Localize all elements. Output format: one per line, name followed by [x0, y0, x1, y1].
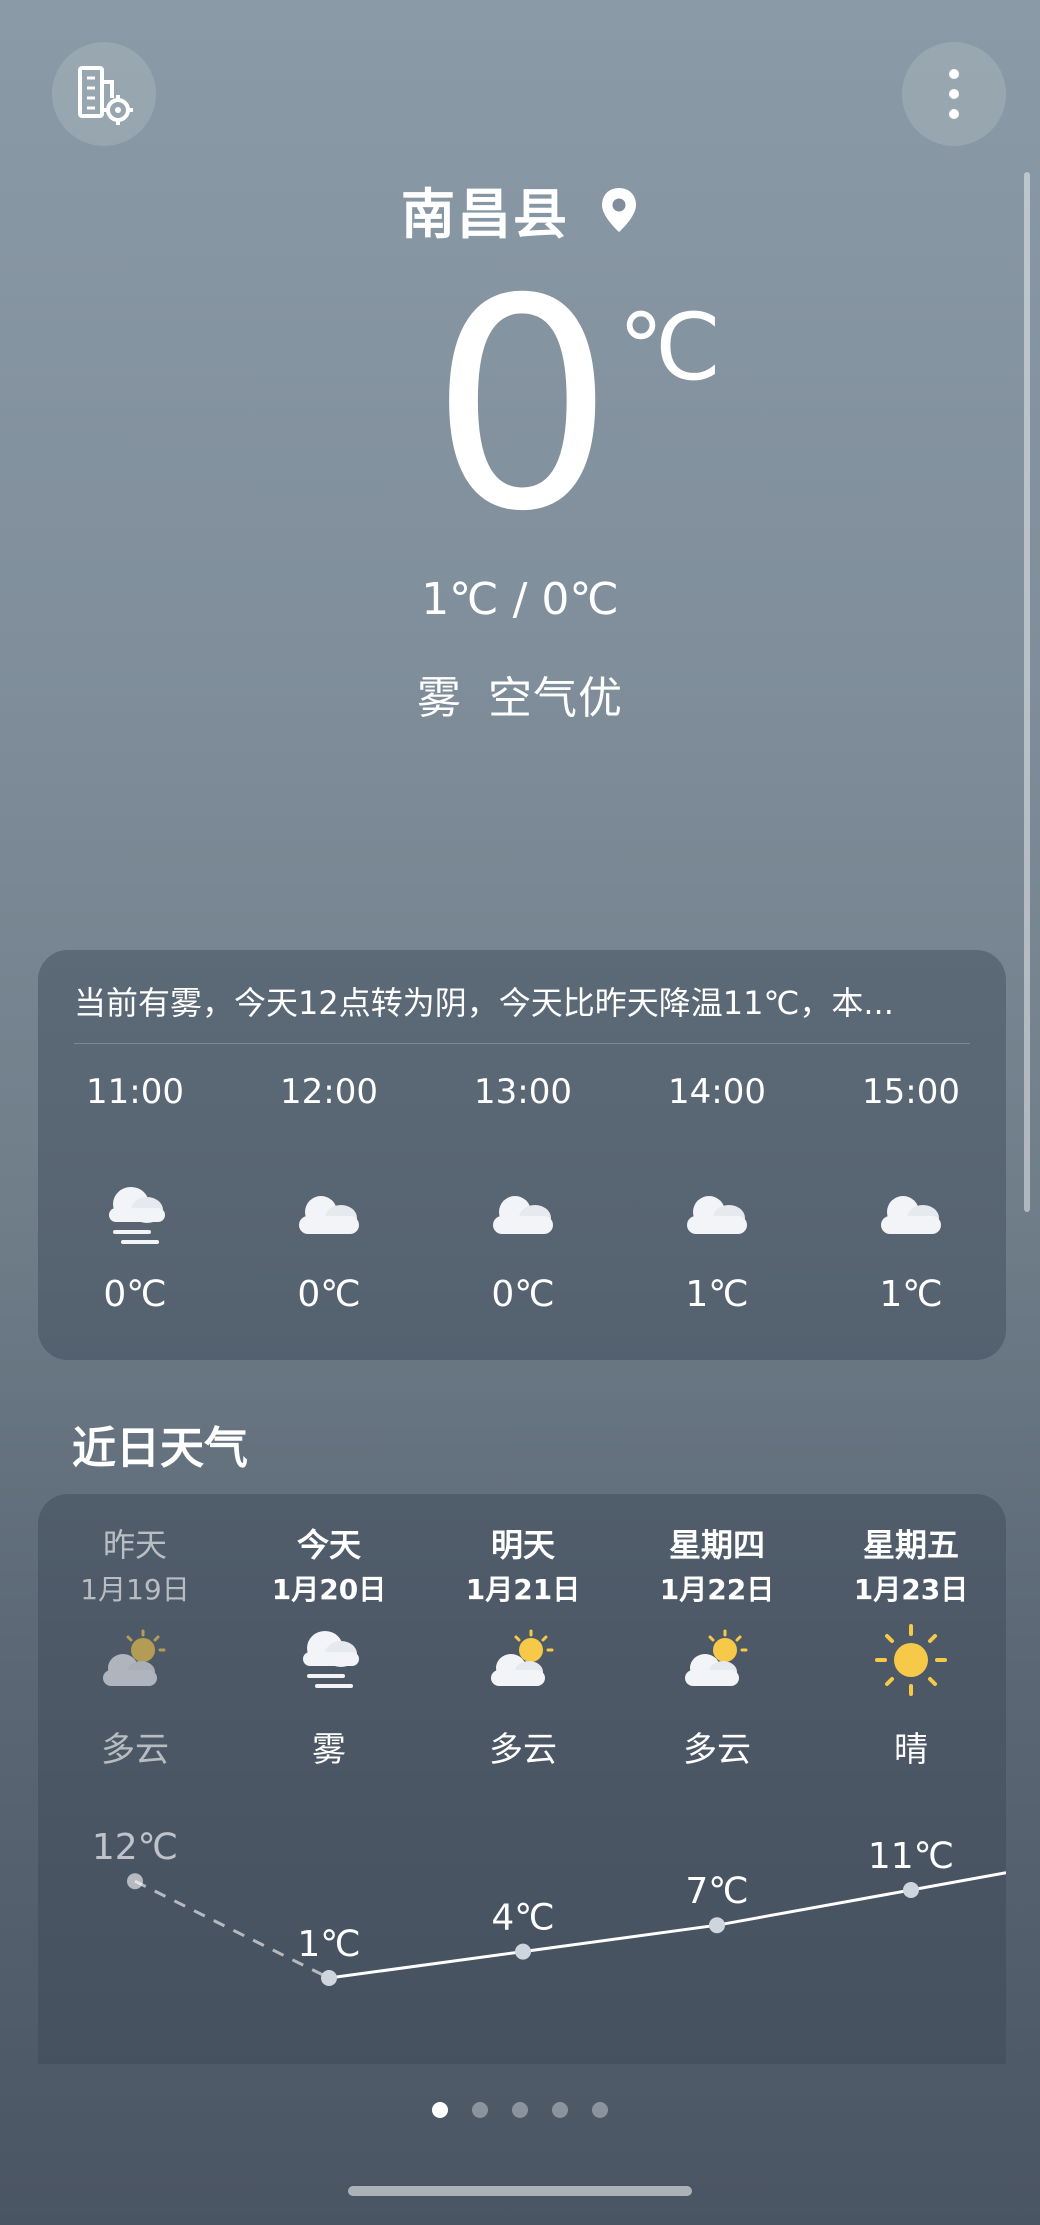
day-name: 星期五 — [862, 1526, 959, 1564]
daily-item[interactable]: 星期五 1月23日 晴 — [814, 1520, 1006, 1771]
page-dot[interactable] — [432, 2102, 448, 2118]
partly-cloudy-icon — [685, 1629, 748, 1686]
day-condition: 晴 — [894, 1730, 928, 1770]
page-dot[interactable] — [512, 2102, 528, 2118]
trend-label: 4℃ — [491, 1898, 554, 1939]
daily-forecast-card[interactable]: 12℃ 1℃ 4℃ 7℃ 11℃ 昨天 1月19日 多云 今天 1月20日 雾 … — [38, 1494, 1006, 2064]
trend-label: 11℃ — [868, 1836, 954, 1877]
page-dot[interactable] — [592, 2102, 608, 2118]
partly-cloudy-icon — [103, 1629, 166, 1686]
trend-point — [515, 1943, 531, 1960]
day-name: 昨天 — [102, 1526, 167, 1564]
day-date: 1月21日 — [465, 1573, 581, 1606]
building-settings-icon — [78, 66, 133, 125]
city-manage-button[interactable] — [52, 42, 156, 146]
day-date: 1月20日 — [271, 1573, 387, 1606]
hourly-item: 14:00 1℃ — [620, 1072, 814, 1315]
page-dot[interactable] — [552, 2102, 568, 2118]
day-name: 今天 — [296, 1526, 361, 1564]
trend-label: 1℃ — [297, 1924, 360, 1965]
temperature-value: 0 — [430, 238, 615, 575]
hour-temp: 0℃ — [297, 1274, 361, 1315]
page-indicator[interactable] — [0, 2102, 1040, 2118]
trend-label: 7℃ — [685, 1871, 748, 1912]
hour-temp: 1℃ — [685, 1274, 749, 1315]
air-quality-text[interactable]: 空气优 — [488, 673, 623, 724]
section-title-recent-weather: 近日天气 — [72, 1423, 248, 1474]
trend-point — [127, 1873, 143, 1890]
daily-item[interactable]: 昨天 1月19日 多云 — [38, 1520, 232, 1771]
location-pin-icon — [602, 187, 636, 232]
trend-point — [903, 1882, 919, 1898]
daily-item[interactable]: 明天 1月21日 多云 — [426, 1520, 620, 1771]
condition-line: 雾空气优 — [0, 662, 1040, 726]
hourly-item: 15:00 1℃ — [814, 1072, 1008, 1315]
cloud-icon — [493, 1196, 553, 1234]
daily-item[interactable]: 今天 1月20日 雾 — [232, 1520, 426, 1771]
weather-summary[interactable]: 当前有雾，今天12点转为阴，今天比昨天降温11℃，本... — [74, 978, 974, 1024]
trend-point — [321, 1970, 337, 1986]
temperature-unit: ℃ — [618, 294, 722, 401]
day-date: 1月19日 — [80, 1573, 190, 1606]
sunny-icon — [875, 1624, 947, 1696]
day-condition: 多云 — [683, 1730, 751, 1770]
day-condition: 多云 — [101, 1730, 169, 1770]
condition-text: 雾 — [417, 673, 462, 724]
hour-time: 12:00 — [280, 1072, 378, 1112]
partly-cloudy-icon — [491, 1629, 554, 1686]
hour-time: 11:00 — [86, 1072, 184, 1112]
cloud-icon — [299, 1196, 359, 1234]
day-name: 星期四 — [668, 1526, 765, 1564]
day-date: 1月23日 — [853, 1573, 969, 1606]
day-name: 明天 — [490, 1526, 555, 1564]
home-indicator[interactable] — [348, 2186, 692, 2196]
day-condition: 多云 — [489, 1730, 557, 1770]
hour-temp: 0℃ — [103, 1274, 167, 1315]
hour-temp: 0℃ — [491, 1274, 555, 1315]
hour-time: 15:00 — [862, 1072, 960, 1112]
divider — [74, 1043, 970, 1044]
more-options-button[interactable] — [902, 42, 1006, 146]
hour-temp: 1℃ — [879, 1274, 943, 1315]
cloud-icon — [881, 1196, 941, 1234]
day-condition: 雾 — [312, 1730, 346, 1770]
current-temperature: 0 ℃ — [0, 262, 1040, 572]
day-date: 1月22日 — [659, 1573, 775, 1606]
hourly-forecast-card[interactable]: 当前有雾，今天12点转为阴，今天比昨天降温11℃，本... 11:00 0℃ 1… — [38, 950, 1006, 1360]
trend-point — [709, 1917, 725, 1934]
fog-icon — [109, 1187, 165, 1244]
hour-time: 13:00 — [474, 1072, 572, 1112]
page-dot[interactable] — [472, 2102, 488, 2118]
hourly-item: 13:00 0℃ — [426, 1072, 620, 1315]
daily-item[interactable]: 星期四 1月22日 多云 — [620, 1520, 814, 1771]
hour-time: 14:00 — [668, 1072, 766, 1112]
fog-icon — [303, 1631, 359, 1688]
hourly-item: 12:00 0℃ — [232, 1072, 426, 1315]
more-vertical-icon — [949, 69, 959, 119]
hourly-item: 11:00 0℃ — [38, 1072, 232, 1315]
cloud-icon — [687, 1196, 747, 1234]
temperature-range: 1℃ / 0℃ — [421, 574, 619, 625]
trend-label: 12℃ — [92, 1827, 178, 1868]
